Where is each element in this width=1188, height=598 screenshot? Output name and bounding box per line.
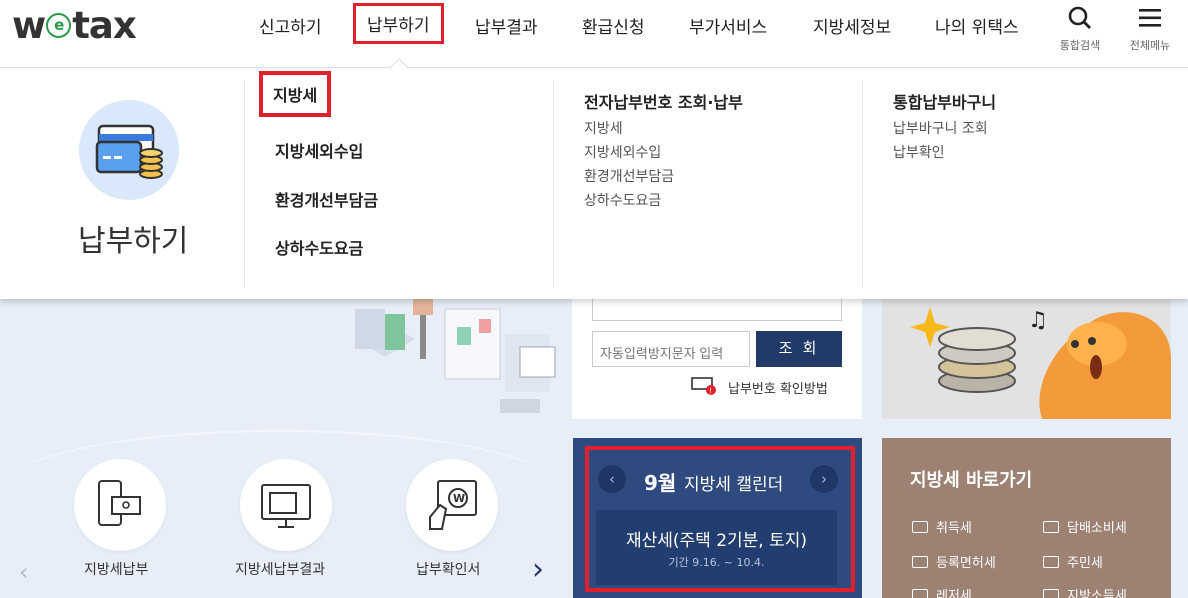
shortcut-leisure-tax[interactable]: 레저세 <box>912 585 972 598</box>
submenu-local-tax[interactable]: 지방세 <box>259 71 332 117</box>
all-menu-button[interactable]: 전체메뉴 <box>1120 5 1180 53</box>
nav-my-wetax[interactable]: 나의 위택스 <box>935 13 1019 38</box>
e-payment-environment[interactable]: 환경개선부담금 <box>584 166 674 186</box>
quick-payment-certificate-label: 납부확인서 <box>416 562 481 578</box>
captcha-image-box <box>592 299 842 321</box>
hamburger-icon <box>1139 9 1161 27</box>
kit-icon <box>912 556 928 568</box>
submenu-environment-charge[interactable]: 환경개선부담금 <box>275 187 378 211</box>
shortcut-tobacco-tax[interactable]: 담배소비세 <box>1043 517 1127 536</box>
svg-text:!: ! <box>709 387 712 396</box>
city-illustration <box>355 299 556 413</box>
nav-refund[interactable]: 환급신청 <box>582 13 645 38</box>
calendar-next-icon[interactable]: › <box>810 465 838 493</box>
search-button[interactable]: 통합검색 <box>1050 5 1110 53</box>
carousel-prev-icon[interactable]: ‹ <box>19 558 29 586</box>
cigarette-icon <box>1043 521 1059 533</box>
promo-banner[interactable]: ♫ <box>882 299 1171 419</box>
nav-local-tax-info[interactable]: 지방세정보 <box>813 13 891 38</box>
mega-menu-title: 납부하기 <box>78 224 189 259</box>
calendar-title: 지방세 캘린더 <box>684 475 784 495</box>
search-label: 통합검색 <box>1059 39 1101 52</box>
nav-payment-result[interactable]: 납부결과 <box>475 13 538 38</box>
nav-report[interactable]: 신고하기 <box>259 13 322 38</box>
e-payment-water[interactable]: 상하수도요금 <box>584 190 661 210</box>
shortcuts-title: 지방세 바로가기 <box>910 470 1033 491</box>
shortcut-acquisition-tax[interactable]: 취득세 <box>912 517 972 536</box>
svg-text:♫: ♫ <box>1028 308 1048 333</box>
payment-mega-menu: 납부하기 지방세 지방세외수입 환경개선부담금 상하수도요금 전자납부번호 조회… <box>0 68 1188 299</box>
basket-title[interactable]: 통합납부바구니 <box>893 89 996 113</box>
carousel-next-icon[interactable]: › <box>532 552 544 587</box>
divider <box>862 80 863 288</box>
bicycle-icon <box>912 589 928 598</box>
calendar-prev-icon[interactable]: ‹ <box>598 465 626 493</box>
card-coins-icon <box>95 124 163 179</box>
lookup-button[interactable]: 조 회 <box>756 331 842 367</box>
quick-payment-result-button[interactable] <box>240 459 332 551</box>
submenu-water-fee[interactable]: 상하수도요금 <box>275 235 363 259</box>
all-menu-label: 전체메뉴 <box>1129 39 1171 52</box>
quick-local-tax-payment-button[interactable] <box>74 459 166 551</box>
quick-local-tax-payment-label: 지방세납부 <box>84 562 149 578</box>
nav-extra-services[interactable]: 부가서비스 <box>689 13 767 38</box>
nav-payment[interactable]: 납부하기 <box>353 3 444 44</box>
shortcut-resident-tax[interactable]: 주민세 <box>1043 552 1103 571</box>
payment-illustration <box>79 100 179 200</box>
quick-payment-certificate-button[interactable]: W <box>406 459 498 551</box>
mascot-illustration: ♫ <box>910 307 1171 419</box>
divider <box>553 80 554 288</box>
global-header: w e tax 신고하기 납부하기 납부결과 환급신청 부가서비스 지방세정보 나의… <box>0 0 1188 68</box>
flask-icon <box>1043 589 1059 598</box>
briefcase-icon <box>912 521 928 533</box>
e-payment-title[interactable]: 전자납부번호 조회·납부 <box>584 89 743 113</box>
submenu-non-tax-revenue[interactable]: 지방세외수입 <box>275 138 363 162</box>
basket-confirm[interactable]: 납부확인 <box>893 142 945 162</box>
basket-lookup[interactable]: 납부바구니 조회 <box>893 118 988 138</box>
help-icon: ! <box>691 376 717 396</box>
captcha-input[interactable] <box>592 331 750 367</box>
calendar-month: 9월 <box>644 471 677 495</box>
e-payment-local-tax[interactable]: 지방세 <box>584 118 623 138</box>
shortcut-registration-tax[interactable]: 등록면허세 <box>912 552 996 571</box>
calendar-event-period: 기간 9.16. ~ 10.4. <box>668 556 765 569</box>
quick-payment-result-label: 지방세납부결과 <box>235 562 326 578</box>
shortcut-local-income-tax[interactable]: 지방소득세 <box>1043 585 1127 598</box>
calendar-event-title: 재산세(주택 2기분, 토지) <box>625 531 808 551</box>
payment-number-help-link[interactable]: 납부번호 확인방법 <box>728 378 828 397</box>
svg-text:W: W <box>453 492 465 505</box>
receipt-won-icon: W <box>429 480 477 530</box>
e-payment-non-tax[interactable]: 지방세외수입 <box>584 142 661 162</box>
wetax-logo[interactable]: w e tax <box>12 4 137 47</box>
mobile-payment-icon <box>98 480 141 526</box>
divider <box>244 80 245 288</box>
search-icon <box>1068 6 1091 29</box>
person-icon <box>1043 556 1059 568</box>
monitor-folder-icon <box>261 484 311 528</box>
